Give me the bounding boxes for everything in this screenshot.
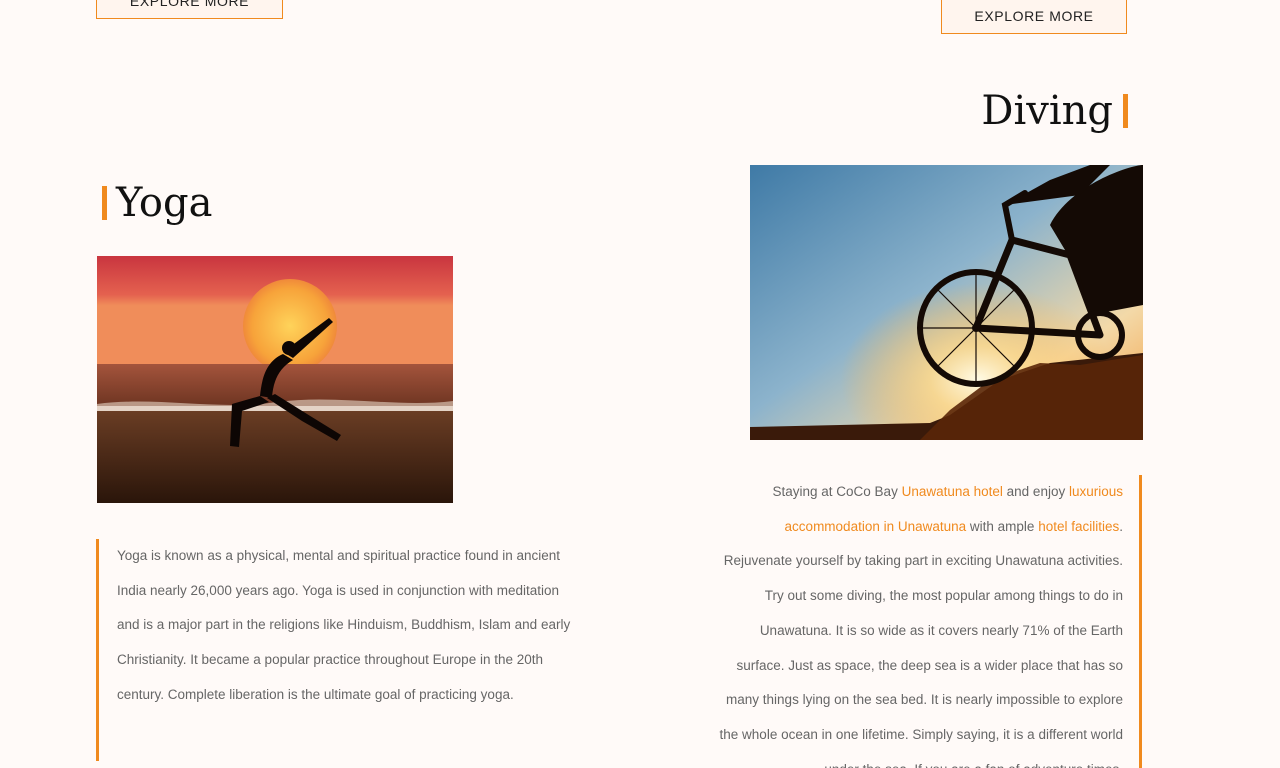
diving-title: Diving	[981, 88, 1113, 134]
diving-paragraph: Staying at CoCo Bay Unawatuna hotel and …	[718, 475, 1123, 768]
diving-description: Staying at CoCo Bay Unawatuna hotel and …	[718, 475, 1142, 768]
explore-more-button-right[interactable]: EXPLORE MORE	[941, 0, 1127, 34]
yoga-heading: Yoga	[102, 178, 212, 228]
diving-text-1: Staying at CoCo Bay	[772, 484, 902, 499]
diving-text-4: . Rejuvenate yourself by taking part in …	[719, 518, 1123, 768]
hotel-facilities-link[interactable]: hotel facilities	[1038, 519, 1119, 534]
yoga-sunset-photo	[97, 256, 453, 503]
yoga-paragraph: Yoga is known as a physical, mental and …	[117, 548, 571, 702]
diving-text-3: with ample	[966, 518, 1039, 534]
yoga-description: Yoga is known as a physical, mental and …	[96, 539, 576, 761]
unawatuna-hotel-link[interactable]: Unawatuna hotel	[902, 484, 1003, 499]
heading-accent-bar	[1123, 94, 1128, 128]
yoga-title: Yoga	[116, 180, 213, 226]
mountain-bike-photo	[750, 165, 1143, 440]
heading-accent-bar	[102, 186, 107, 220]
explore-more-button-left[interactable]: EXPLORE MORE	[96, 0, 283, 19]
page: EXPLORE MORE EXPLORE MORE Diving Staying…	[0, 0, 1280, 768]
diving-text-2: and enjoy	[1002, 484, 1069, 499]
diving-heading: Diving	[981, 86, 1128, 136]
